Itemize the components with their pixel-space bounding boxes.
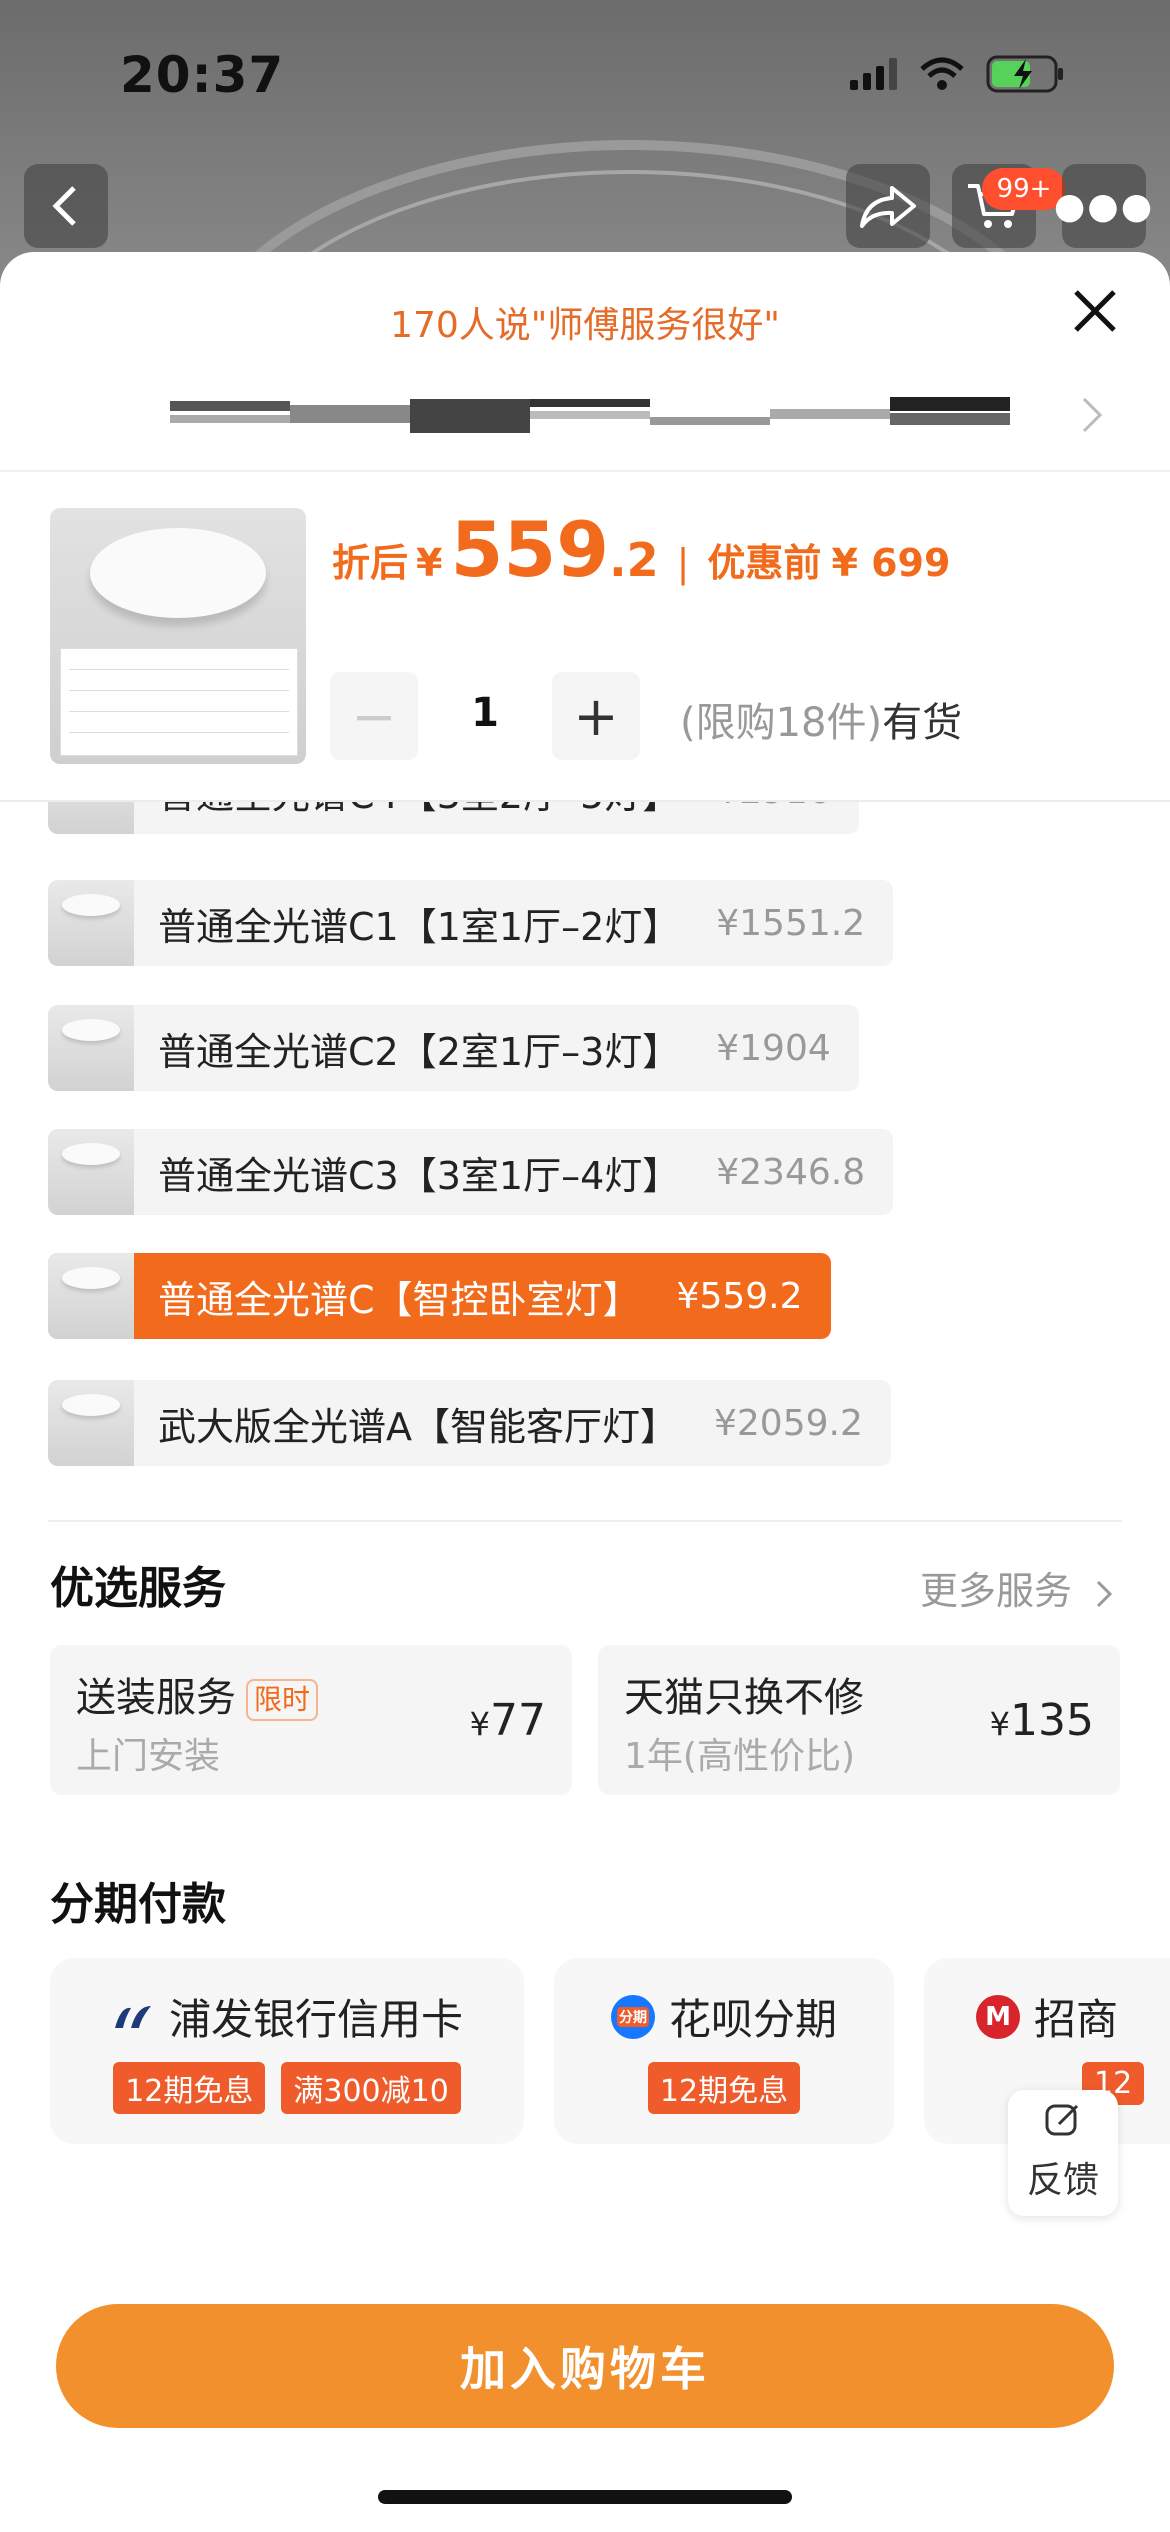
installment-name: 招商 [1034, 1995, 1119, 2044]
plus-icon: + [573, 684, 619, 748]
installment-card-huabei[interactable]: 分期 花呗分期 12期免息 [554, 1958, 894, 2144]
variant-list-clip: 普通全光谱C4【3室2厅–5灯】 ¥2916 [0, 802, 1170, 842]
minus-icon: − [351, 684, 397, 748]
installment-name: 浦发银行信用卡 [168, 1995, 463, 2044]
feedback-button[interactable]: 反馈 [1008, 2090, 1118, 2216]
after-discount-label: 折后 [332, 541, 409, 585]
quantity-increase-button[interactable]: + [552, 672, 640, 760]
installment-tag: 满300减10 [281, 2062, 461, 2114]
variant-thumbnail [48, 1380, 134, 1466]
edit-icon [1008, 2100, 1118, 2149]
service-card-replacement[interactable]: 天猫只换不修 1年(高性价比) ¥135 [598, 1645, 1120, 1795]
installment-tags: 12期免息 满300减10 [50, 2062, 524, 2114]
variant-name: 普通全光谱C【智控卧室灯】 [158, 1277, 641, 1322]
more-button[interactable]: ●●● [1054, 164, 1152, 248]
status-icons [850, 55, 1066, 93]
service-subtitle: 上门安装 [76, 1736, 221, 1777]
price-decimal: .2 [609, 533, 659, 587]
spdb-bank-icon [111, 1995, 155, 2039]
variant-price: ¥559.2 [676, 1275, 803, 1317]
variant-option[interactable]: 普通全光谱C3【3室1厅–4灯】 ¥2346.8 [48, 1129, 894, 1215]
service-price: ¥77 [469, 1695, 546, 1746]
variant-price: ¥2059.2 [714, 1402, 863, 1444]
purchase-limit-text: (限购18件)有货 [680, 690, 962, 748]
limited-time-badge: 限时 [246, 1679, 319, 1721]
variant-option-selected[interactable]: 普通全光谱C【智控卧室灯】 ¥559.2 [48, 1253, 831, 1339]
service-subtitle: 1年(高性价比) [624, 1736, 855, 1777]
close-icon [1074, 290, 1116, 332]
services-title: 优选服务 [50, 1563, 226, 1614]
service-price-value: 77 [490, 1695, 546, 1746]
signal-icon [850, 58, 897, 90]
more-services-label: 更多服务 [920, 1569, 1073, 1613]
review-promo-text: 170人说"师傅服务很好" [390, 305, 780, 346]
limit-label: (限购18件) [680, 700, 883, 746]
variant-price: ¥1551.2 [716, 902, 866, 944]
variant-thumbnail [48, 880, 134, 966]
installment-tag: 12期免息 [113, 2062, 266, 2114]
status-time: 20:37 [120, 46, 285, 104]
blurred-thumbnails-strip [170, 397, 1010, 433]
close-button[interactable] [1070, 286, 1120, 346]
variant-thumbnail [48, 802, 134, 834]
variant-name: 普通全光谱C3【3室1厅–4灯】 [158, 1153, 681, 1198]
quantity-value[interactable]: 1 [440, 690, 530, 736]
chevron-left-icon [52, 186, 76, 226]
installment-tags: 12期免息 [554, 2062, 894, 2114]
service-card-installation[interactable]: 送装服务 限时 上门安装 ¥77 [50, 1645, 572, 1795]
variant-name: 武大版全光谱A【智能客厅灯】 [158, 1404, 678, 1449]
variant-option[interactable]: 普通全光谱C4【3室2厅–5灯】 ¥2916 [48, 802, 859, 834]
more-services-link[interactable]: 更多服务 [920, 1560, 1116, 1615]
variant-option[interactable]: 普通全光谱C1【1室1厅–2灯】 ¥1551.2 [48, 880, 894, 966]
variant-thumbnail [48, 1005, 134, 1091]
variant-price: ¥2346.8 [716, 1151, 866, 1193]
home-indicator [378, 2490, 792, 2504]
currency-symbol: ¥ [416, 541, 443, 585]
price-summary: 折后 ¥ 559 .2 | 优惠前 ¥ 699 [332, 505, 950, 594]
installment-card-head: 浦发银行信用卡 [50, 1986, 524, 2047]
before-discount-price: ¥ 699 [831, 541, 951, 585]
divider [48, 1520, 1122, 1522]
variant-name: 普通全光谱C4【3室2厅–5灯】 [134, 802, 680, 819]
huabei-icon-text: 分期 [616, 2006, 649, 2027]
more-dots-icon: ●●● [1053, 185, 1155, 227]
installment-card-head: M 招商 [924, 1986, 1170, 2047]
stock-status: 有货 [882, 700, 963, 746]
wifi-icon [920, 57, 964, 90]
variant-thumbnail [48, 1253, 134, 1339]
add-to-cart-button[interactable]: 加入购物车 [56, 2304, 1114, 2428]
service-title: 送装服务 [76, 1675, 236, 1721]
selected-product-thumbnail [50, 508, 306, 764]
price-separator: | [676, 541, 690, 585]
variant-price: ¥1904 [716, 1027, 831, 1069]
feedback-label: 反馈 [1026, 2160, 1099, 2201]
battery-charging-icon [986, 55, 1063, 93]
installment-tag: 12期免息 [647, 2062, 801, 2114]
divider [0, 470, 1170, 472]
variant-name: 普通全光谱C1【1室1厅–2灯】 [158, 904, 681, 949]
cmb-bank-icon: M [976, 1994, 1020, 2039]
service-title: 天猫只换不修 [624, 1675, 864, 1721]
service-title-wrap: 送装服务 限时 [76, 1665, 319, 1723]
installment-card-spdb[interactable]: 浦发银行信用卡 12期免息 满300减10 [50, 1958, 524, 2144]
variant-option[interactable]: 普通全光谱C2【2室1厅–3灯】 ¥1904 [48, 1005, 859, 1091]
share-icon [860, 186, 916, 228]
back-button[interactable] [24, 164, 108, 248]
installment-name: 花呗分期 [668, 1995, 837, 2044]
installment-card-head: 分期 花呗分期 [554, 1986, 894, 2047]
chevron-right-icon [1097, 1580, 1113, 1607]
variant-option[interactable]: 武大版全光谱A【智能客厅灯】 ¥2059.2 [48, 1380, 891, 1466]
chevron-right-icon[interactable] [1080, 395, 1106, 445]
quantity-decrease-button[interactable]: − [330, 672, 418, 760]
share-button[interactable] [846, 164, 930, 248]
variant-price: ¥2916 [680, 802, 859, 812]
installments-title: 分期付款 [50, 1879, 226, 1930]
variant-thumbnail [48, 1129, 134, 1215]
service-price: ¥135 [989, 1695, 1094, 1746]
service-price-value: 135 [1010, 1695, 1094, 1746]
before-discount-label: 优惠前 [707, 541, 822, 585]
variant-name: 普通全光谱C2【2室1厅–3灯】 [158, 1029, 681, 1074]
price-integer: 559 [450, 505, 610, 594]
huabei-icon: 分期 [610, 1994, 655, 2039]
